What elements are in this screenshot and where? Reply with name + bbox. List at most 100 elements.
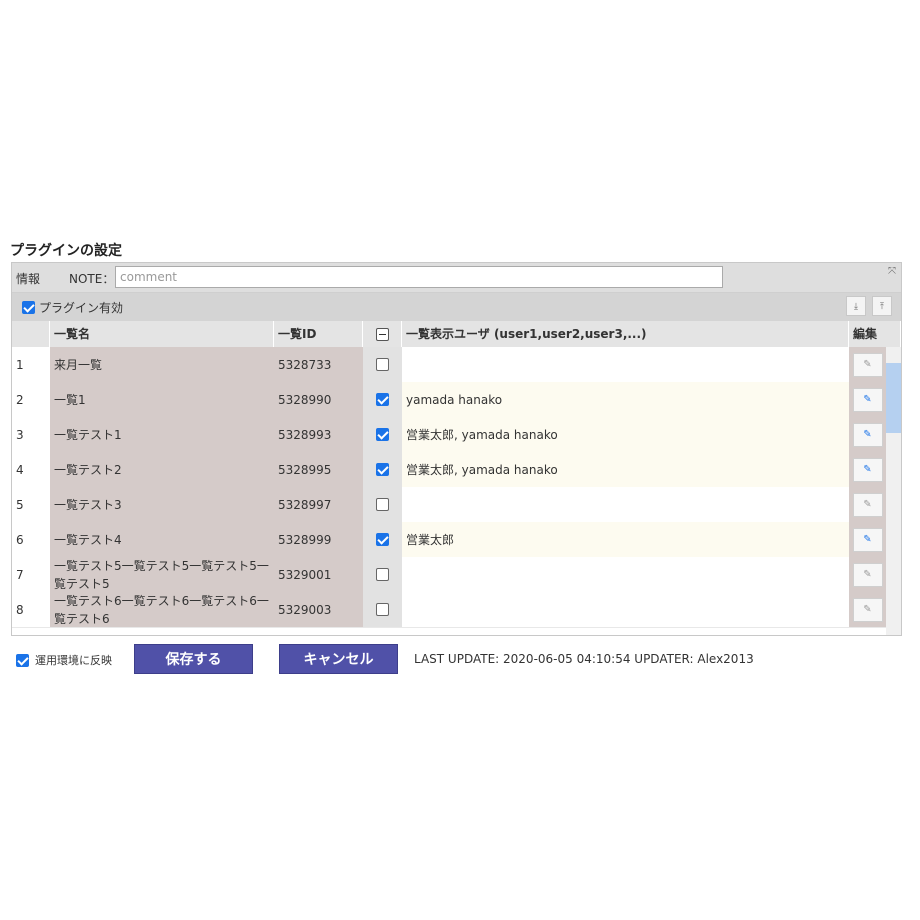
list-id-cell: 5329001 [274,557,363,592]
edit-cell: ✎ [849,522,886,557]
header-num [12,321,50,347]
list-id-cell: 5329003 [274,592,363,627]
users-cell[interactable] [402,487,849,522]
header-name: 一覧名 [50,321,274,347]
table-row: 3 一覧テスト1 5328993 営業太郎, yamada hanako ✎ [12,417,901,453]
pencil-icon[interactable]: ✎ [852,457,883,482]
info-bar: 情報 NOTE： ⤧ [12,263,901,293]
users-cell[interactable] [402,557,849,592]
row-number: 5 [12,487,50,522]
info-label: 情報 [16,272,41,286]
table-row: 6 一覧テスト4 5328999 営業太郎 ✎ [12,522,901,558]
edit-cell: ✎ [849,592,886,627]
row-checkbox-cell[interactable] [363,382,402,417]
list-name: 一覧テスト1 [54,427,122,442]
checkbox-checked-icon[interactable] [376,463,389,476]
move-down-button[interactable]: ⤓ [846,296,866,316]
save-button[interactable]: 保存する [134,644,253,674]
table-row: 4 一覧テスト2 5328995 営業太郎, yamada hanako ✎ [12,452,901,488]
checkbox-checked-icon[interactable] [376,393,389,406]
checkbox-checked-icon[interactable] [16,653,29,667]
cancel-button[interactable]: キャンセル [279,644,398,674]
row-number: 6 [12,522,50,557]
edit-cell: ✎ [849,417,886,452]
pencil-icon[interactable]: ✎ [852,562,883,587]
list-id-cell: 5328997 [274,487,363,522]
list-name-cell: 一覧テスト2 [50,452,274,487]
last-update-text: LAST UPDATE: 2020-06-05 04:10:54 UPDATER… [414,652,754,666]
header-check-all[interactable] [363,321,402,347]
pencil-icon[interactable]: ✎ [852,352,883,377]
list-id-cell: 5328995 [274,452,363,487]
row-number: 1 [12,347,50,382]
list-name: 一覧1 [54,392,86,407]
list-id-cell: 5328990 [274,382,363,417]
list-name-cell: 一覧テスト4 [50,522,274,557]
edit-cell: ✎ [849,382,886,417]
table-row: 1 来月一覧 5328733 ✎ [12,347,901,383]
move-up-button[interactable]: ⤒ [872,296,892,316]
table-row: 5 一覧テスト3 5328997 ✎ [12,487,901,523]
apply-to-production-checkbox[interactable]: 運用環境に反映 [16,652,112,668]
row-checkbox-cell[interactable] [363,592,402,627]
checkbox-empty-icon[interactable] [376,358,389,371]
table-row: 8 一覧テスト6一覧テスト6一覧テスト6一覧テスト6 5329003 ✎ [12,592,901,628]
list-id-cell: 5328733 [274,347,363,382]
users-cell[interactable]: yamada hanako [402,382,849,417]
table-row: 2 一覧1 5328990 yamada hanako ✎ [12,382,901,418]
list-name: 一覧テスト4 [54,532,122,547]
users-cell[interactable] [402,347,849,382]
note-input[interactable] [115,266,723,288]
pencil-icon[interactable]: ✎ [852,422,883,447]
list-name-cell: 一覧1 [50,382,274,417]
header-edit: 編集 [849,321,901,347]
checkbox-empty-icon[interactable] [376,568,389,581]
edit-cell: ✎ [849,487,886,522]
row-number: 4 [12,452,50,487]
users-cell[interactable]: 営業太郎 [402,522,849,557]
expand-icon[interactable]: ⤧ [888,266,896,277]
apply-label: 運用環境に反映 [35,654,112,667]
pencil-icon[interactable]: ✎ [852,492,883,517]
row-checkbox-cell[interactable] [363,452,402,487]
row-checkbox-cell[interactable] [363,557,402,592]
pencil-icon[interactable]: ✎ [852,387,883,412]
list-name: 一覧テスト5一覧テスト5一覧テスト5一覧テスト5 [54,558,269,591]
table-row: 7 一覧テスト5一覧テスト5一覧テスト5一覧テスト5 5329001 ✎ [12,557,901,593]
list-name: 来月一覧 [54,357,103,372]
list-name-cell: 一覧テスト6一覧テスト6一覧テスト6一覧テスト6 [50,592,274,627]
edit-cell: ✎ [849,452,886,487]
row-checkbox-cell[interactable] [363,522,402,557]
checkbox-checked-icon[interactable] [376,533,389,546]
row-checkbox-cell[interactable] [363,417,402,452]
scrollbar-thumb[interactable] [886,363,901,433]
row-number: 7 [12,557,50,592]
list-name-cell: 一覧テスト5一覧テスト5一覧テスト5一覧テスト5 [50,557,274,592]
list-id-cell: 5328993 [274,417,363,452]
plugin-enable-bar: プラグイン有効 ⤓ ⤒ [12,293,901,321]
note-label: NOTE： [69,272,115,286]
list-id-cell: 5328999 [274,522,363,557]
indeterminate-checkbox-icon[interactable] [375,327,389,341]
plugin-enabled-label: プラグイン有効 [39,301,124,315]
checkbox-checked-icon[interactable] [376,428,389,441]
users-cell[interactable]: 営業太郎, yamada hanako [402,452,849,487]
row-checkbox-cell[interactable] [363,347,402,382]
footer: 運用環境に反映 保存する キャンセル LAST UPDATE: 2020-06-… [0,640,920,680]
header-users: 一覧表示ユーザ (user1,user2,user3,...) [402,321,849,347]
pencil-icon[interactable]: ✎ [852,527,883,552]
checkbox-empty-icon[interactable] [376,498,389,511]
pencil-icon[interactable]: ✎ [852,597,883,622]
list-name-cell: 一覧テスト1 [50,417,274,452]
users-cell[interactable] [402,592,849,627]
list-name: 一覧テスト3 [54,497,122,512]
users-cell[interactable]: 営業太郎, yamada hanako [402,417,849,452]
header-id: 一覧ID [274,321,363,347]
edit-cell: ✎ [849,347,886,382]
plugin-enabled-checkbox[interactable]: プラグイン有効 [22,299,123,316]
checkbox-empty-icon[interactable] [376,603,389,616]
row-checkbox-cell[interactable] [363,487,402,522]
checkbox-checked-icon[interactable] [22,301,35,314]
edit-cell: ✎ [849,557,886,592]
list-name-cell: 一覧テスト3 [50,487,274,522]
